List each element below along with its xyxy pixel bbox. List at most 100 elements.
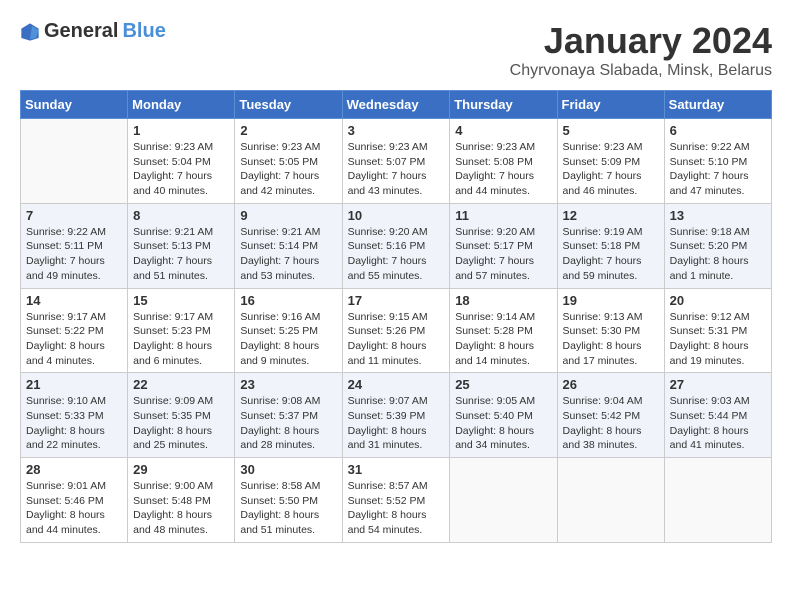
calendar-day-cell: 11 Sunrise: 9:20 AMSunset: 5:17 PMDaylig… bbox=[450, 203, 557, 288]
calendar-week-row: 21 Sunrise: 9:10 AMSunset: 5:33 PMDaylig… bbox=[21, 373, 772, 458]
day-number: 16 bbox=[240, 293, 336, 308]
calendar-day-cell bbox=[664, 458, 771, 543]
calendar-day-cell: 12 Sunrise: 9:19 AMSunset: 5:18 PMDaylig… bbox=[557, 203, 664, 288]
day-number: 8 bbox=[133, 208, 229, 223]
calendar-day-cell bbox=[450, 458, 557, 543]
calendar-day-cell: 30 Sunrise: 8:58 AMSunset: 5:50 PMDaylig… bbox=[235, 458, 342, 543]
day-number: 19 bbox=[563, 293, 659, 308]
day-info: Sunrise: 9:17 AMSunset: 5:23 PMDaylight:… bbox=[133, 310, 229, 369]
calendar-day-cell: 17 Sunrise: 9:15 AMSunset: 5:26 PMDaylig… bbox=[342, 288, 450, 373]
calendar-day-cell: 4 Sunrise: 9:23 AMSunset: 5:08 PMDayligh… bbox=[450, 119, 557, 204]
calendar-week-row: 1 Sunrise: 9:23 AMSunset: 5:04 PMDayligh… bbox=[21, 119, 772, 204]
calendar-day-cell: 6 Sunrise: 9:22 AMSunset: 5:10 PMDayligh… bbox=[664, 119, 771, 204]
calendar-day-cell: 26 Sunrise: 9:04 AMSunset: 5:42 PMDaylig… bbox=[557, 373, 664, 458]
day-number: 9 bbox=[240, 208, 336, 223]
day-number: 11 bbox=[455, 208, 551, 223]
day-number: 12 bbox=[563, 208, 659, 223]
day-info: Sunrise: 9:23 AMSunset: 5:09 PMDaylight:… bbox=[563, 140, 659, 199]
day-number: 17 bbox=[348, 293, 445, 308]
day-info: Sunrise: 9:20 AMSunset: 5:16 PMDaylight:… bbox=[348, 225, 445, 284]
weekday-header-row: SundayMondayTuesdayWednesdayThursdayFrid… bbox=[21, 91, 772, 119]
calendar-day-cell bbox=[21, 119, 128, 204]
calendar-day-cell: 3 Sunrise: 9:23 AMSunset: 5:07 PMDayligh… bbox=[342, 119, 450, 204]
calendar-day-cell: 31 Sunrise: 8:57 AMSunset: 5:52 PMDaylig… bbox=[342, 458, 450, 543]
day-number: 7 bbox=[26, 208, 122, 223]
logo-blue: Blue bbox=[122, 20, 165, 43]
day-info: Sunrise: 9:22 AMSunset: 5:11 PMDaylight:… bbox=[26, 225, 122, 284]
day-number: 22 bbox=[133, 377, 229, 392]
day-number: 30 bbox=[240, 462, 336, 477]
logo-general: General bbox=[44, 20, 118, 43]
day-info: Sunrise: 9:04 AMSunset: 5:42 PMDaylight:… bbox=[563, 394, 659, 453]
day-info: Sunrise: 8:57 AMSunset: 5:52 PMDaylight:… bbox=[348, 479, 445, 538]
calendar-day-cell: 5 Sunrise: 9:23 AMSunset: 5:09 PMDayligh… bbox=[557, 119, 664, 204]
day-info: Sunrise: 9:05 AMSunset: 5:40 PMDaylight:… bbox=[455, 394, 551, 453]
calendar-day-cell: 23 Sunrise: 9:08 AMSunset: 5:37 PMDaylig… bbox=[235, 373, 342, 458]
day-info: Sunrise: 9:12 AMSunset: 5:31 PMDaylight:… bbox=[670, 310, 766, 369]
day-number: 24 bbox=[348, 377, 445, 392]
day-info: Sunrise: 9:21 AMSunset: 5:14 PMDaylight:… bbox=[240, 225, 336, 284]
calendar-day-cell: 24 Sunrise: 9:07 AMSunset: 5:39 PMDaylig… bbox=[342, 373, 450, 458]
day-number: 21 bbox=[26, 377, 122, 392]
calendar-day-cell: 22 Sunrise: 9:09 AMSunset: 5:35 PMDaylig… bbox=[128, 373, 235, 458]
day-number: 25 bbox=[455, 377, 551, 392]
day-info: Sunrise: 9:13 AMSunset: 5:30 PMDaylight:… bbox=[563, 310, 659, 369]
calendar-day-cell: 25 Sunrise: 9:05 AMSunset: 5:40 PMDaylig… bbox=[450, 373, 557, 458]
weekday-header: Saturday bbox=[664, 91, 771, 119]
calendar-day-cell: 2 Sunrise: 9:23 AMSunset: 5:05 PMDayligh… bbox=[235, 119, 342, 204]
calendar-week-row: 28 Sunrise: 9:01 AMSunset: 5:46 PMDaylig… bbox=[21, 458, 772, 543]
day-number: 4 bbox=[455, 123, 551, 138]
calendar-day-cell: 1 Sunrise: 9:23 AMSunset: 5:04 PMDayligh… bbox=[128, 119, 235, 204]
calendar-day-cell: 8 Sunrise: 9:21 AMSunset: 5:13 PMDayligh… bbox=[128, 203, 235, 288]
day-info: Sunrise: 9:08 AMSunset: 5:37 PMDaylight:… bbox=[240, 394, 336, 453]
day-info: Sunrise: 9:01 AMSunset: 5:46 PMDaylight:… bbox=[26, 479, 122, 538]
day-info: Sunrise: 9:15 AMSunset: 5:26 PMDaylight:… bbox=[348, 310, 445, 369]
calendar-day-cell: 20 Sunrise: 9:12 AMSunset: 5:31 PMDaylig… bbox=[664, 288, 771, 373]
calendar-week-row: 7 Sunrise: 9:22 AMSunset: 5:11 PMDayligh… bbox=[21, 203, 772, 288]
day-number: 14 bbox=[26, 293, 122, 308]
day-number: 23 bbox=[240, 377, 336, 392]
calendar-day-cell: 10 Sunrise: 9:20 AMSunset: 5:16 PMDaylig… bbox=[342, 203, 450, 288]
day-info: Sunrise: 9:10 AMSunset: 5:33 PMDaylight:… bbox=[26, 394, 122, 453]
weekday-header: Tuesday bbox=[235, 91, 342, 119]
logo: GeneralBlue bbox=[20, 20, 166, 43]
calendar-day-cell: 16 Sunrise: 9:16 AMSunset: 5:25 PMDaylig… bbox=[235, 288, 342, 373]
weekday-header: Sunday bbox=[21, 91, 128, 119]
day-info: Sunrise: 9:17 AMSunset: 5:22 PMDaylight:… bbox=[26, 310, 122, 369]
day-number: 29 bbox=[133, 462, 229, 477]
day-number: 3 bbox=[348, 123, 445, 138]
location-title: Chyrvonaya Slabada, Minsk, Belarus bbox=[510, 62, 772, 80]
day-number: 27 bbox=[670, 377, 766, 392]
day-info: Sunrise: 9:20 AMSunset: 5:17 PMDaylight:… bbox=[455, 225, 551, 284]
day-info: Sunrise: 8:58 AMSunset: 5:50 PMDaylight:… bbox=[240, 479, 336, 538]
calendar-day-cell: 28 Sunrise: 9:01 AMSunset: 5:46 PMDaylig… bbox=[21, 458, 128, 543]
day-number: 10 bbox=[348, 208, 445, 223]
calendar-day-cell bbox=[557, 458, 664, 543]
day-info: Sunrise: 9:23 AMSunset: 5:07 PMDaylight:… bbox=[348, 140, 445, 199]
day-number: 13 bbox=[670, 208, 766, 223]
weekday-header: Friday bbox=[557, 91, 664, 119]
calendar-day-cell: 27 Sunrise: 9:03 AMSunset: 5:44 PMDaylig… bbox=[664, 373, 771, 458]
weekday-header: Monday bbox=[128, 91, 235, 119]
day-info: Sunrise: 9:18 AMSunset: 5:20 PMDaylight:… bbox=[670, 225, 766, 284]
day-info: Sunrise: 9:00 AMSunset: 5:48 PMDaylight:… bbox=[133, 479, 229, 538]
day-number: 5 bbox=[563, 123, 659, 138]
calendar-day-cell: 15 Sunrise: 9:17 AMSunset: 5:23 PMDaylig… bbox=[128, 288, 235, 373]
calendar-day-cell: 9 Sunrise: 9:21 AMSunset: 5:14 PMDayligh… bbox=[235, 203, 342, 288]
logo-icon bbox=[20, 22, 40, 42]
day-number: 28 bbox=[26, 462, 122, 477]
calendar-day-cell: 14 Sunrise: 9:17 AMSunset: 5:22 PMDaylig… bbox=[21, 288, 128, 373]
day-info: Sunrise: 9:22 AMSunset: 5:10 PMDaylight:… bbox=[670, 140, 766, 199]
month-title: January 2024 bbox=[510, 20, 772, 62]
day-info: Sunrise: 9:23 AMSunset: 5:08 PMDaylight:… bbox=[455, 140, 551, 199]
calendar-week-row: 14 Sunrise: 9:17 AMSunset: 5:22 PMDaylig… bbox=[21, 288, 772, 373]
day-info: Sunrise: 9:23 AMSunset: 5:05 PMDaylight:… bbox=[240, 140, 336, 199]
calendar-table: SundayMondayTuesdayWednesdayThursdayFrid… bbox=[20, 90, 772, 543]
day-info: Sunrise: 9:07 AMSunset: 5:39 PMDaylight:… bbox=[348, 394, 445, 453]
calendar-day-cell: 7 Sunrise: 9:22 AMSunset: 5:11 PMDayligh… bbox=[21, 203, 128, 288]
day-info: Sunrise: 9:19 AMSunset: 5:18 PMDaylight:… bbox=[563, 225, 659, 284]
day-number: 6 bbox=[670, 123, 766, 138]
day-info: Sunrise: 9:23 AMSunset: 5:04 PMDaylight:… bbox=[133, 140, 229, 199]
calendar-day-cell: 18 Sunrise: 9:14 AMSunset: 5:28 PMDaylig… bbox=[450, 288, 557, 373]
day-number: 18 bbox=[455, 293, 551, 308]
